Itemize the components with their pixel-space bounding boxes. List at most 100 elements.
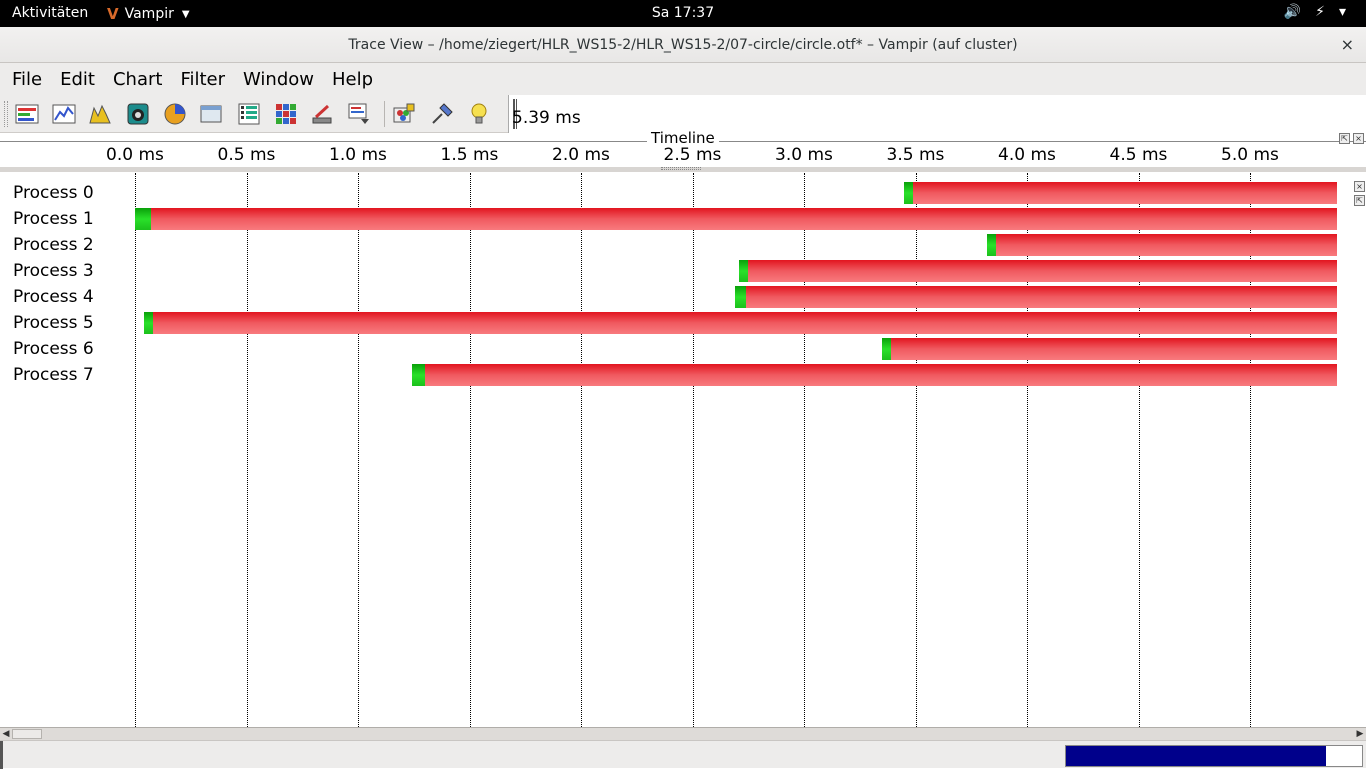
process-label[interactable]: Process 0 (13, 183, 94, 203)
pin-icon[interactable] (430, 102, 454, 126)
hint-lightbulb-icon[interactable] (467, 102, 491, 126)
window-title: Trace View – /home/ziegert/HLR_WS15-2/HL… (348, 37, 1018, 53)
process-timeline-icon[interactable] (126, 102, 150, 126)
time-tick-label: 2.5 ms (663, 145, 722, 165)
context-view-icon[interactable] (199, 102, 223, 126)
process-label[interactable]: Process 1 (13, 209, 94, 229)
progress-fill (1066, 746, 1327, 766)
time-tick-label: 0.0 ms (106, 145, 164, 165)
time-tick-label: 5.0 ms (1221, 145, 1279, 165)
process-label[interactable]: Process 5 (13, 313, 94, 333)
time-gridline (246, 173, 248, 727)
time-gridline (804, 173, 805, 727)
axis-resize-grip[interactable] (661, 167, 701, 170)
mpi-function-bar[interactable] (746, 286, 1337, 308)
vampir-logo-icon: V (107, 5, 119, 23)
mpi-function-bar[interactable] (748, 260, 1337, 282)
time-tick-label: 0.5 ms (217, 145, 276, 165)
mpi-function-bar[interactable] (424, 364, 1337, 386)
time-gridline (135, 173, 136, 727)
close-icon[interactable]: × (1354, 181, 1365, 192)
scroll-right-arrow-icon[interactable]: ▶ (1354, 728, 1366, 740)
time-gridline (692, 173, 694, 727)
time-gridline (1138, 173, 1140, 727)
function-summary-icon[interactable] (163, 102, 187, 126)
application-function-bar[interactable] (143, 312, 153, 334)
close-window-button[interactable]: × (1341, 35, 1354, 54)
menu-edit[interactable]: Edit (52, 69, 103, 90)
application-function-bar[interactable] (135, 208, 151, 230)
toolbar: 5.39 ms (0, 95, 1366, 133)
app-menu-button[interactable]: V Vampir ▼ (107, 5, 190, 23)
communication-matrix-icon[interactable] (237, 102, 261, 126)
scrollbar-thumb[interactable] (12, 729, 42, 739)
window-title-bar[interactable]: Trace View – /home/ziegert/HLR_WS15-2/HL… (0, 27, 1366, 63)
status-bar (0, 740, 1366, 769)
mpi-function-bar[interactable] (890, 338, 1337, 360)
application-function-bar[interactable] (882, 338, 891, 360)
undock-chart-button[interactable]: ⇱ (1339, 133, 1350, 144)
power-menu-icon[interactable]: ▾ (1339, 4, 1346, 20)
time-tick-label: 3.0 ms (775, 145, 833, 165)
toolbar-separator (384, 101, 385, 127)
menu-chart[interactable]: Chart (105, 69, 170, 90)
time-gridline (1027, 173, 1028, 727)
time-gridline (915, 173, 917, 727)
time-tick-label: 1.5 ms (440, 145, 499, 165)
menu-filter[interactable]: Filter (172, 69, 233, 90)
menu-bar: File Edit Chart Filter Window Help (0, 63, 1366, 95)
time-gridline (469, 173, 471, 727)
application-function-bar[interactable] (734, 286, 746, 308)
io-summary-icon[interactable] (310, 102, 334, 126)
application-function-bar[interactable] (986, 234, 996, 256)
process-label[interactable]: Process 6 (13, 339, 94, 359)
mpi-function-bar[interactable] (995, 234, 1337, 256)
mpi-function-bar[interactable] (150, 208, 1337, 230)
toolbar-grip-handle[interactable] (4, 101, 8, 127)
mpi-function-bar[interactable] (152, 312, 1337, 334)
timeline-chart[interactable]: Process 0 Process 1 Process 2 Process 3 Proc… (0, 173, 1366, 727)
time-tick-label: 4.0 ms (998, 145, 1056, 165)
loading-progress-bar (1065, 745, 1363, 767)
close-chart-button[interactable]: × (1353, 133, 1364, 144)
timeline-header: Timeline ⇱ × 0.0 ms 0.5 ms 1.0 ms 1.5 ms 2.0… (0, 129, 1366, 173)
horizontal-scrollbar[interactable]: ◀ ▶ (0, 727, 1366, 740)
menu-window[interactable]: Window (235, 69, 322, 90)
master-timeline-icon[interactable] (15, 102, 39, 126)
scroll-left-arrow-icon[interactable]: ◀ (0, 728, 12, 740)
call-tree-icon[interactable] (347, 102, 371, 126)
process-label[interactable]: Process 4 (13, 287, 94, 307)
system-top-bar: Aktivitäten V Vampir ▼ Sa 17:37 🔊 ⚡ ▾ (0, 0, 1366, 27)
process-label[interactable]: Process 2 (13, 235, 94, 255)
time-gridline (581, 173, 582, 727)
zoom-toolbar[interactable]: 5.39 ms (508, 95, 1366, 133)
activities-button[interactable]: Aktivitäten (12, 5, 88, 21)
performance-radar-icon[interactable] (88, 102, 112, 126)
menu-file[interactable]: File (4, 69, 50, 90)
time-gridline (358, 173, 359, 727)
mpi-function-bar[interactable] (913, 182, 1337, 204)
volume-icon[interactable]: 🔊 (1284, 4, 1301, 20)
message-summary-icon[interactable] (274, 102, 298, 126)
zoom-duration: 5.39 ms (512, 108, 581, 128)
application-function-bar[interactable] (739, 260, 749, 282)
chart-side-buttons: × ⇱ (1354, 181, 1366, 209)
battery-icon[interactable]: ⚡ (1315, 4, 1325, 20)
menu-help[interactable]: Help (324, 69, 381, 90)
time-gridline (1250, 173, 1251, 727)
process-label[interactable]: Process 3 (13, 261, 94, 281)
time-tick-label: 2.0 ms (552, 145, 610, 165)
system-tray[interactable]: 🔊 ⚡ ▾ (1284, 4, 1346, 20)
filter-groups-icon[interactable] (392, 102, 416, 126)
app-menu-label: Vampir (124, 6, 174, 22)
application-function-bar[interactable] (904, 182, 914, 204)
counter-timeline-icon[interactable] (52, 102, 76, 126)
application-function-bar[interactable] (411, 364, 425, 386)
maximize-icon[interactable]: ⇱ (1354, 195, 1365, 206)
time-tick-label: 3.5 ms (886, 145, 945, 165)
process-label[interactable]: Process 7 (13, 365, 94, 385)
time-tick-label: 1.0 ms (329, 145, 387, 165)
clock[interactable]: Sa 17:37 (0, 5, 1366, 21)
time-tick-label: 4.5 ms (1109, 145, 1168, 165)
chevron-down-icon: ▼ (181, 8, 190, 20)
